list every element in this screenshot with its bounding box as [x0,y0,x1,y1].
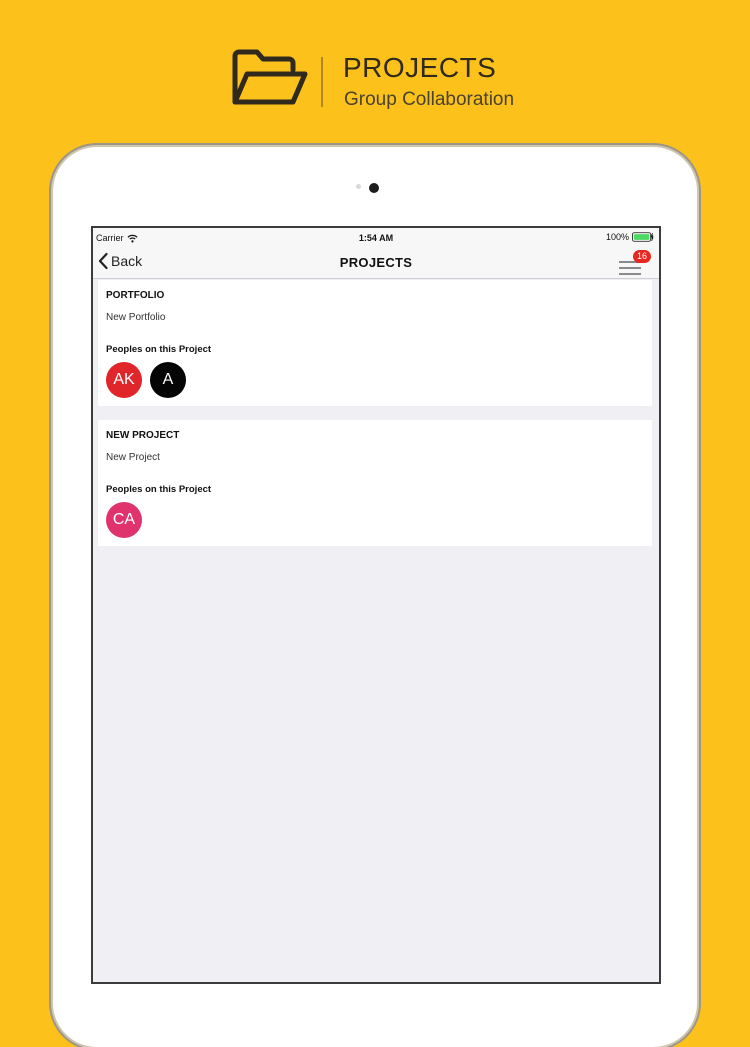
project-subtitle: New Project [106,452,160,463]
camera-dot [369,183,379,193]
promo-header: PROJECTS Group Collaboration [0,0,750,140]
nav-title: PROJECTS [339,255,413,270]
project-card-portfolio[interactable]: PORTFOLIO New Portfolio Peoples on this … [98,280,652,406]
battery-icon [632,232,654,242]
notification-badge[interactable]: 16 [633,250,651,263]
status-time: 1:54 AM [358,233,394,243]
project-title: PORTFOLIO [106,290,165,301]
folder-open-icon [232,49,308,105]
people-label: Peoples on this Project [106,344,212,355]
navigation-bar: Back PROJECTS 16 [93,248,659,279]
ipad-frame: Carrier 1:54 AM 100% Back PROJECTS 16 PO… [53,147,697,1047]
status-bar: Carrier 1:54 AM 100% [93,228,659,248]
project-title: NEW PROJECT [106,430,180,441]
header-subtitle: Group Collaboration [344,89,515,110]
project-subtitle: New Portfolio [106,312,166,323]
people-label: Peoples on this Project [106,484,212,495]
sensor-dot [356,184,361,189]
header-divider [321,57,323,107]
avatar-a[interactable]: A [150,362,186,398]
app-screen: Carrier 1:54 AM 100% Back PROJECTS 16 PO… [91,226,661,984]
battery-percent: 100% [605,232,629,242]
battery-group: 100% [606,232,655,242]
project-card-new-project[interactable]: NEW PROJECT New Project Peoples on this … [98,420,652,546]
avatar-ak[interactable]: AK [106,362,142,398]
header-title: PROJECTS [343,52,497,83]
avatar-ca[interactable]: CA [106,502,142,538]
